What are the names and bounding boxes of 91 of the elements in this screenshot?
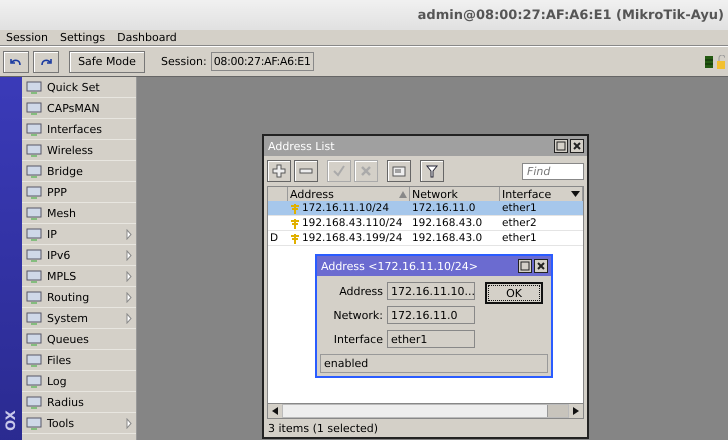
plus-sign-icon (290, 232, 300, 244)
close-button[interactable] (534, 259, 548, 273)
value-field[interactable]: ether1 (387, 330, 475, 348)
sidebar-item[interactable]: IPv6 (22, 245, 136, 266)
menu-item[interactable]: Session (6, 31, 48, 44)
sidebar-item[interactable]: Quick Set (22, 77, 136, 98)
address-cell: 192.168.43.199/24 (288, 232, 410, 244)
filter-icon (425, 164, 439, 178)
table-cell-text: 172.16.11.0 (411, 202, 476, 214)
toolbar-button[interactable] (387, 160, 411, 182)
table-cell-text: 192.168.43.0 (411, 232, 484, 244)
maximize-button[interactable] (554, 139, 568, 153)
toolbar-button[interactable] (267, 160, 291, 182)
field-label: Network: (332, 308, 383, 322)
scroll-thumb[interactable] (547, 405, 568, 417)
sidebar-item[interactable]: Mesh (22, 203, 136, 224)
sort-arrow-icon (399, 190, 407, 198)
column-header[interactable]: Address (288, 187, 410, 202)
toolbar-button[interactable] (420, 160, 444, 182)
column-header[interactable]: Network (410, 187, 500, 202)
sidebar-item[interactable]: Log (22, 371, 136, 392)
sidebar-item[interactable]: CAPsMAN (22, 98, 136, 119)
maximize-icon (520, 261, 530, 271)
sidebar-item[interactable]: Wireless (22, 140, 136, 161)
field-label: Address (338, 284, 383, 298)
sidebar-item[interactable]: Routing (22, 287, 136, 308)
plus-icon (272, 164, 286, 178)
close-icon (536, 261, 546, 271)
undo-arrow-icon (10, 56, 22, 66)
menu-item[interactable]: Dashboard (117, 31, 177, 44)
toolbar-button[interactable] (294, 160, 318, 182)
field-label: Interface (332, 332, 383, 346)
address-cell: 192.168.43.110/24 (288, 217, 410, 229)
maximize-button[interactable] (518, 259, 532, 273)
session-field: 08:00:27:AF:A6:E1 (210, 52, 314, 71)
sidebar-item[interactable]: System (22, 308, 136, 329)
address-cell: 172.16.11.10/24 (288, 202, 410, 214)
value-field[interactable]: 172.16.11.10... (387, 282, 475, 300)
horizontal-scrollbar[interactable] (267, 404, 584, 419)
submenu-arrow-icon (126, 312, 132, 324)
table-cell-text: ether2 (501, 217, 538, 229)
session-label: Session: (161, 55, 207, 68)
window-title: admin@08:00:27:AF:A6:E1 (MikroTik-Ayu) (418, 8, 724, 22)
menu-item[interactable]: Settings (60, 31, 106, 44)
table-cell-text: 192.168.43.0 (411, 217, 484, 229)
dropdown-arrow-icon (571, 191, 580, 197)
redo-arrow-icon (40, 56, 52, 66)
undo-button[interactable] (3, 50, 29, 72)
submenu-arrow-icon (126, 418, 132, 428)
close-icon (572, 141, 582, 151)
submenu-arrow-icon (126, 270, 132, 282)
submenu-arrow-icon (126, 228, 132, 240)
sidebar-item[interactable]: IP (22, 224, 136, 245)
check-icon (332, 164, 346, 178)
dialog-status: enabled (320, 354, 548, 373)
plus-sign-icon (290, 218, 300, 228)
table-cell-text: ether1 (501, 232, 538, 244)
close-button[interactable] (570, 139, 584, 153)
plus-sign-icon (290, 202, 300, 214)
sidebar-item[interactable]: Interfaces (22, 119, 136, 140)
value-field[interactable]: 172.16.11.0 (387, 306, 475, 324)
padlock-icon (717, 54, 725, 68)
submenu-arrow-icon (126, 250, 132, 260)
maximize-icon (556, 141, 566, 151)
table-row[interactable]: 172.16.11.10/24 172.16.11.0 ether1 (268, 201, 583, 216)
right-arrow-icon (573, 407, 579, 415)
safe-mode-button[interactable]: Safe Mode (69, 50, 145, 72)
side-strip-text: OX (4, 410, 18, 431)
window-title: Address List (268, 140, 336, 152)
ok-button[interactable]: OK (485, 282, 543, 304)
table-cell-text: ether1 (501, 202, 538, 214)
redo-button[interactable] (33, 50, 59, 72)
flag-cell-text: D (269, 232, 280, 244)
column-header[interactable]: Interface (500, 187, 583, 202)
sidebar-item[interactable]: Tools (22, 413, 136, 434)
table-row[interactable]: D 192.168.43.199/24 192.168.43.0 ether1 (268, 231, 583, 246)
dialog-title: Address <172.16.11.10/24> (321, 260, 479, 272)
status-bars-icon (705, 56, 713, 68)
find-field[interactable]: Find (522, 162, 584, 180)
status-text: 3 items (1 selected) (268, 422, 378, 434)
sidebar-item[interactable]: PPP (22, 182, 136, 203)
sidebar-item[interactable]: MPLS (22, 266, 136, 287)
left-arrow-icon (272, 407, 278, 415)
sidebar-item[interactable]: Files (22, 350, 136, 371)
sidebar-item[interactable]: Bridge (22, 161, 136, 182)
note-icon (392, 164, 406, 178)
table-row[interactable]: 192.168.43.110/24 192.168.43.0 ether2 (268, 216, 583, 231)
sidebar-item[interactable]: Radius (22, 392, 136, 413)
submenu-arrow-icon (126, 292, 132, 302)
x-mark-icon (359, 164, 373, 178)
sidebar-item[interactable]: Queues (22, 329, 136, 350)
